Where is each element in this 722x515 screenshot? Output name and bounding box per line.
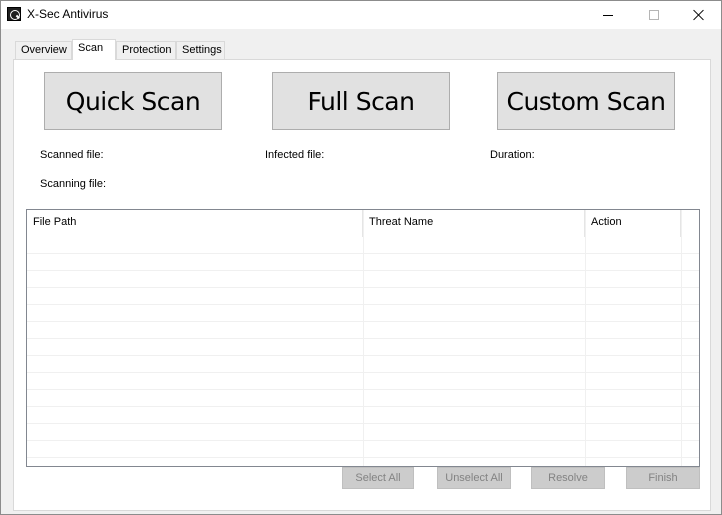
scan-panel: Quick Scan Full Scan Custom Scan Scanned… [13,59,711,511]
minimize-button[interactable] [585,1,631,29]
table-row [27,424,699,441]
title-bar[interactable]: X-Sec Antivirus [1,1,721,29]
results-table[interactable]: File Path Threat Name Action [26,209,700,467]
full-scan-button[interactable]: Full Scan [272,72,450,130]
select-all-button[interactable]: Select All [342,467,414,489]
close-button[interactable] [676,1,722,29]
table-row [27,254,699,271]
custom-scan-button[interactable]: Custom Scan [497,72,675,130]
finish-button[interactable]: Finish [626,467,700,489]
maximize-icon [649,10,659,20]
minimize-icon [603,14,613,16]
tab-settings[interactable]: Settings [176,41,225,60]
table-row [27,271,699,288]
column-header-file-path[interactable]: File Path [27,210,363,237]
tab-scan[interactable]: Scan [72,39,116,60]
table-row [27,373,699,390]
resolve-button[interactable]: Resolve [531,467,605,489]
table-row [27,288,699,305]
scanning-file-label: Scanning file: [40,178,107,190]
app-window: X-Sec Antivirus Overview Scan Protection… [0,0,722,515]
table-row [27,441,699,458]
window-title: X-Sec Antivirus [27,7,109,21]
unselect-all-button[interactable]: Unselect All [437,467,511,489]
table-row [27,339,699,356]
column-header-threat-name[interactable]: Threat Name [363,210,585,237]
tab-protection[interactable]: Protection [116,41,176,60]
quick-scan-button[interactable]: Quick Scan [44,72,222,130]
table-row [27,305,699,322]
scanned-file-label: Scanned file: [40,149,104,161]
table-row [27,390,699,407]
app-logo-icon [7,7,21,21]
infected-file-label: Infected file: [265,149,325,161]
table-row [27,237,699,254]
table-row [27,322,699,339]
tab-overview[interactable]: Overview [15,41,72,60]
table-row [27,407,699,424]
table-row [27,458,699,466]
column-header-action[interactable]: Action [585,210,681,237]
close-icon [693,9,705,21]
duration-label: Duration: [490,149,535,161]
table-row [27,356,699,373]
maximize-button[interactable] [631,1,677,29]
